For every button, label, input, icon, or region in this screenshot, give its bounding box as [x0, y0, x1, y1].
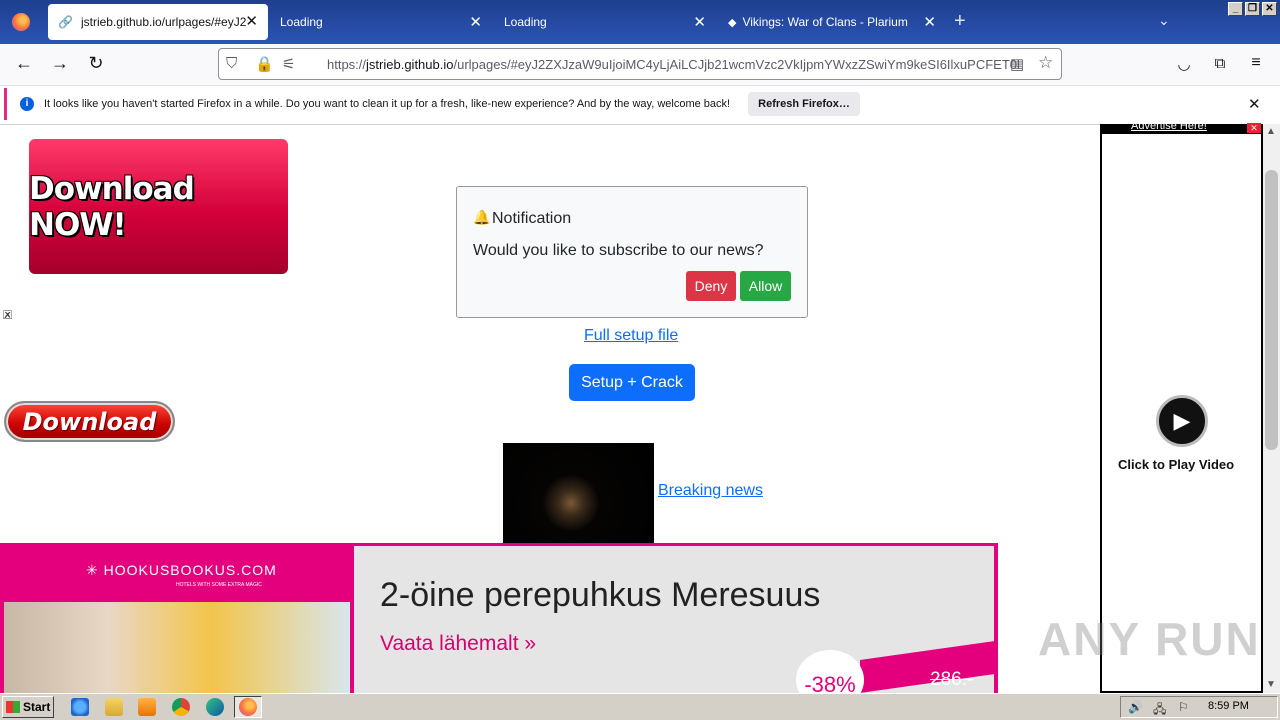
tab-label: Loading — [280, 15, 323, 29]
breaking-news-link[interactable]: Breaking news — [658, 482, 763, 500]
close-notification-icon[interactable]: ✕ — [1248, 95, 1261, 113]
tab-vikings[interactable]: ◆ Vikings: War of Clans - Plarium ✕ — [716, 0, 946, 44]
close-tab-icon[interactable]: ✕ — [923, 13, 936, 31]
ad-brand-tagline: HOTELS WITH SOME EXTRA MAGIC — [176, 582, 262, 588]
tab-label: Vikings: War of Clans - Plarium — [742, 15, 908, 29]
tab-loading-1[interactable]: Loading ✕ — [268, 0, 492, 44]
play-video-label[interactable]: Click to Play Video — [1118, 457, 1234, 472]
start-button[interactable]: Start — [2, 696, 54, 718]
bell-icon: 🔔 — [473, 209, 491, 225]
permissions-icon[interactable]: ⚟ — [282, 55, 295, 73]
notification-bar-message: It looks like you haven't started Firefo… — [44, 98, 731, 110]
download-now-banner[interactable]: Download NOW! — [29, 139, 288, 274]
tab-list-chevron-icon[interactable]: ⌄ — [1158, 12, 1170, 29]
scroll-up-icon[interactable]: ▲ — [1266, 126, 1276, 137]
link-icon: 🔗 — [58, 15, 73, 29]
action-center-flag-icon[interactable]: ⚐ — [1178, 700, 1189, 714]
notification-title: Notification — [492, 210, 572, 227]
chrome-icon[interactable] — [172, 698, 190, 716]
minimize-icon[interactable]: _ — [1228, 2, 1243, 16]
ad-brand-name: ✳ HOOKUSBOOKUS.COM — [86, 562, 277, 578]
shield-icon[interactable]: ⛉ — [226, 55, 237, 72]
volume-icon[interactable]: 🔊 — [1128, 700, 1143, 714]
full-setup-link[interactable]: Full setup file — [584, 327, 678, 345]
firefox-icon[interactable] — [239, 698, 257, 716]
close-ad-icon[interactable]: ✕ — [1247, 123, 1261, 133]
tab-label: jstrieb.github.io/urlpages/#eyJ2Z — [80, 15, 246, 29]
new-tab-icon[interactable]: + — [954, 10, 966, 33]
tab-loading-2[interactable]: Loading ✕ — [492, 0, 716, 44]
system-tray — [1120, 696, 1278, 718]
scrollbar-thumb[interactable] — [1265, 170, 1278, 450]
ad-see-more-link[interactable]: Vaata lähemalt » — [380, 632, 536, 656]
ad-old-price: 286.- — [930, 669, 974, 690]
ad-headline: 2-öine perepuhkus Meresuus — [380, 576, 821, 614]
reader-view-icon[interactable]: ▤ — [1010, 55, 1024, 73]
url-host: jstrieb.github.io — [366, 56, 454, 72]
scroll-down-icon[interactable]: ▼ — [1266, 679, 1276, 690]
extensions-icon[interactable]: ⧉ — [1208, 55, 1232, 72]
network-icon[interactable]: 🖧 — [1153, 700, 1166, 720]
taskbar-clock[interactable]: 8:59 PM — [1208, 700, 1249, 712]
deny-button[interactable]: Deny — [686, 271, 736, 301]
play-icon[interactable]: ▶ — [1156, 395, 1208, 447]
hookusbookus-logo-icon: ✳ — [86, 562, 104, 578]
close-tab-icon[interactable]: ✕ — [245, 12, 258, 30]
firefox-logo-icon[interactable] — [12, 13, 30, 31]
news-thumbnail[interactable] — [503, 443, 654, 543]
info-icon: i — [20, 97, 34, 111]
allow-button[interactable]: Allow — [740, 271, 791, 301]
lock-icon[interactable]: 🔒 — [255, 55, 274, 73]
tab-active[interactable]: 🔗 jstrieb.github.io/urlpages/#eyJ2Z ✕ — [48, 4, 268, 40]
url-prefix: https:// — [327, 56, 367, 72]
advertise-here-link[interactable]: Advertise Here! — [1131, 120, 1207, 132]
url-bar[interactable]: https://jstrieb.github.io/urlpages/#eyJ2… — [218, 48, 1062, 80]
menu-icon[interactable]: ≡ — [1244, 54, 1268, 72]
divider — [0, 124, 1280, 125]
notification-message: Would you like to subscribe to our news? — [473, 242, 764, 259]
broken-image-icon: 🗷 — [3, 308, 13, 322]
setup-crack-button[interactable]: Setup + Crack — [569, 364, 695, 401]
back-icon[interactable]: ← — [12, 53, 36, 74]
media-player-icon[interactable] — [138, 698, 156, 716]
bookmark-star-icon[interactable]: ☆ — [1038, 53, 1053, 73]
edge-icon[interactable] — [206, 698, 224, 716]
internet-explorer-icon[interactable] — [71, 698, 89, 716]
ad-family-photo — [4, 602, 350, 693]
file-explorer-icon[interactable] — [105, 698, 123, 716]
close-window-icon[interactable]: ✕ — [1262, 2, 1277, 16]
anyrun-watermark: ANY RUN — [1038, 613, 1261, 665]
restore-icon[interactable]: ❐ — [1245, 2, 1260, 16]
pocket-icon[interactable]: ◡ — [1172, 55, 1196, 73]
tab-label: Loading — [504, 15, 547, 29]
download-button[interactable]: Download — [4, 401, 175, 442]
taskbar — [0, 693, 1280, 720]
forward-icon[interactable]: → — [48, 53, 72, 74]
close-tab-icon[interactable]: ✕ — [469, 13, 482, 31]
close-tab-icon[interactable]: ✕ — [693, 13, 706, 31]
url-path: /urlpages/#eyJ2ZXJzaW9uIjoiMC4yLjAiLCJjb… — [453, 56, 1020, 72]
refresh-firefox-button[interactable]: Refresh Firefox… — [748, 92, 860, 116]
notification-bar: i It looks like you haven't started Fire… — [4, 88, 1276, 120]
windows-flag-icon — [6, 701, 20, 713]
reload-icon[interactable]: ↻ — [84, 53, 108, 74]
plarium-icon: ◆ — [728, 16, 737, 29]
